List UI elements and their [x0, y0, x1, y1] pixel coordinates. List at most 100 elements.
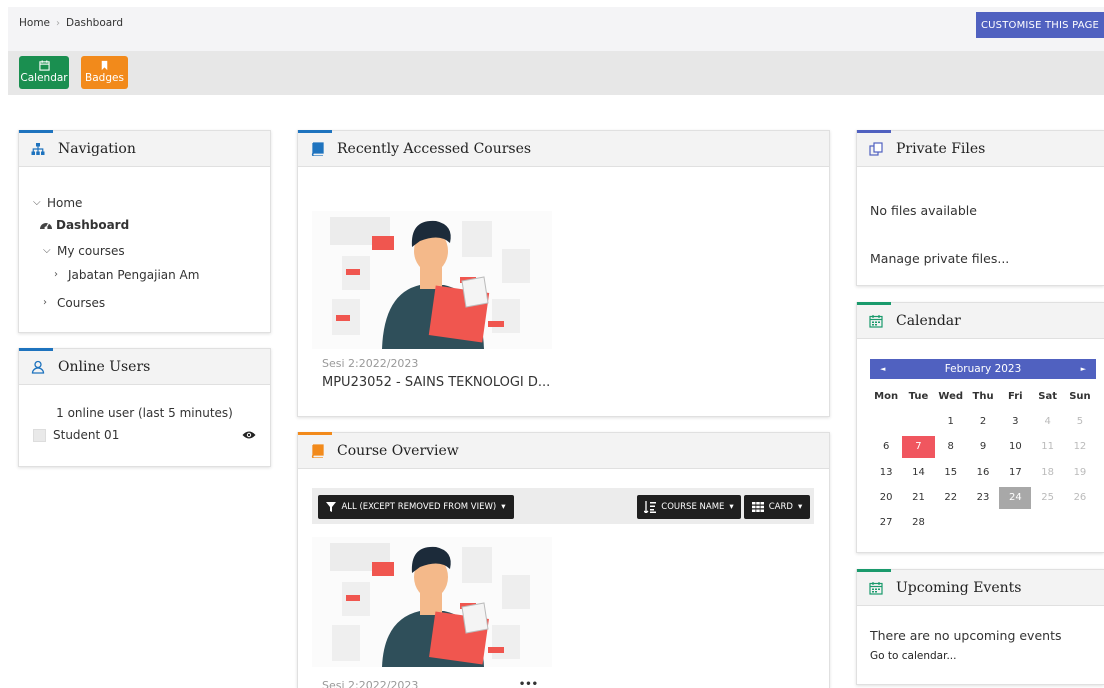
calendar-week-row: 6 7 8 9 10 11 12	[870, 435, 1104, 460]
breadcrumb-home[interactable]: Home	[19, 17, 50, 29]
course-view-dropdown[interactable]: CARD ▾	[744, 495, 810, 519]
nav-item-course-category[interactable]: › Jabatan Pengajian Am	[33, 263, 256, 287]
course-sort-dropdown[interactable]: COURSE NAME ▾	[637, 495, 741, 519]
course-filter-label: ALL (EXCEPT REMOVED FROM VIEW)	[341, 502, 497, 512]
nav-label-course-category[interactable]: Jabatan Pengajian Am	[68, 269, 199, 281]
badges-quick-button[interactable]: Badges	[81, 56, 128, 89]
online-user-name[interactable]: Student 01	[53, 428, 119, 442]
calendar-prev-button[interactable]: ◄	[880, 365, 885, 373]
calendar-block: Calendar ◄ February 2023 ► Mon Tue Wed T…	[856, 302, 1104, 553]
calendar-day	[935, 512, 967, 534]
calendar-day[interactable]: 1	[935, 411, 967, 433]
overview-course-card[interactable]: Sesi 2:2022/2023 •••	[312, 537, 552, 688]
calendar-day[interactable]: 10	[999, 436, 1031, 458]
online-users-header: Online Users	[19, 348, 270, 385]
calendar-day[interactable]: 6	[870, 436, 902, 458]
calendar-day[interactable]: 21	[902, 487, 934, 509]
recent-course-card[interactable]: Sesi 2:2022/2023 MPU23052 - SAINS TEKNOL…	[312, 211, 552, 390]
calendar-day	[967, 512, 999, 534]
calendar-day[interactable]: 25	[1031, 487, 1063, 509]
calendar-day	[1031, 512, 1063, 534]
calendar-day[interactable]: 11	[1031, 436, 1063, 458]
weekday-label: Tue	[908, 390, 929, 402]
weekday-label: Fri	[1008, 390, 1023, 402]
chevron-down-icon[interactable]: ⌵	[43, 246, 57, 256]
online-user-item[interactable]: Student 01	[33, 428, 256, 442]
go-to-calendar-link[interactable]: Go to calendar...	[870, 650, 956, 662]
calendar-day[interactable]: 17	[999, 462, 1031, 484]
course-overview-toolbar: ALL (EXCEPT REMOVED FROM VIEW) ▾ COURSE …	[312, 488, 814, 524]
breadcrumb-current[interactable]: Dashboard	[66, 17, 123, 29]
chevron-down-icon[interactable]: ⌵	[33, 198, 47, 208]
nav-item-home[interactable]: ⌵ Home	[33, 191, 256, 215]
calendar-day[interactable]: 15	[935, 462, 967, 484]
eye-icon[interactable]	[242, 430, 256, 440]
online-users-block: Online Users 1 online user (last 5 minut…	[18, 348, 271, 467]
nav-label-courses[interactable]: Courses	[57, 297, 105, 309]
upcoming-events-header: Upcoming Events	[857, 569, 1104, 606]
chevron-right-icon[interactable]: ›	[54, 270, 68, 280]
nav-label-my-courses[interactable]: My courses	[57, 245, 125, 257]
chevron-right-icon[interactable]: ›	[43, 298, 57, 308]
calendar-day[interactable]: 28	[902, 512, 934, 534]
weekday-label: Mon	[874, 390, 899, 402]
calendar-grid: Mon Tue Wed Thu Fri Sat Sun 1 2 3 4 5 6 …	[870, 384, 1104, 536]
calendar-day[interactable]: 19	[1064, 462, 1096, 484]
nav-item-dashboard[interactable]: Dashboard	[33, 213, 256, 237]
weekday-label: Thu	[972, 390, 994, 402]
course-overview-title: Course Overview	[337, 442, 459, 459]
grid-icon	[751, 502, 764, 512]
breadcrumb: Home › Dashboard	[19, 17, 123, 29]
nav-item-courses[interactable]: › Courses	[33, 291, 256, 315]
course-image[interactable]	[312, 537, 552, 667]
course-overview-block: Course Overview ALL (EXCEPT REMOVED FROM…	[297, 432, 830, 688]
calendar-day[interactable]: 14	[902, 462, 934, 484]
calendar-day[interactable]: 16	[967, 462, 999, 484]
course-image[interactable]	[312, 211, 552, 349]
calendar-day[interactable]: 9	[967, 436, 999, 458]
calendar-weekday-row: Mon Tue Wed Thu Fri Sat Sun	[870, 384, 1104, 409]
course-overview-header: Course Overview	[298, 432, 829, 469]
private-files-block: Private Files No files available Manage …	[856, 130, 1104, 286]
calendar-day[interactable]: 23	[967, 487, 999, 509]
calendar-title: Calendar	[896, 312, 961, 329]
calendar-week-row: 1 2 3 4 5	[870, 409, 1104, 434]
customise-page-button[interactable]: CUSTOMISE THIS PAGE	[976, 12, 1104, 38]
calendar-day[interactable]: 12	[1064, 436, 1096, 458]
dashboard-icon	[40, 222, 52, 229]
calendar-day[interactable]: 22	[935, 487, 967, 509]
calendar-next-button[interactable]: ►	[1081, 365, 1086, 373]
calendar-day[interactable]: 2	[967, 411, 999, 433]
caret-down-icon: ▾	[797, 502, 803, 512]
nav-label-dashboard[interactable]: Dashboard	[56, 219, 129, 231]
online-users-title: Online Users	[58, 358, 151, 375]
recent-courses-header: Recently Accessed Courses	[298, 130, 829, 167]
filter-icon	[326, 502, 337, 512]
manage-private-files-link[interactable]: Manage private files...	[870, 251, 1009, 266]
calendar-day[interactable]: 3	[999, 411, 1031, 433]
sitemap-icon	[30, 141, 46, 157]
weekday-label: Sun	[1069, 390, 1091, 402]
calendar-month-label[interactable]: February 2023	[945, 363, 1022, 375]
course-name[interactable]: MPU23052 - SAINS TEKNOLOGI D...	[322, 375, 552, 390]
calendar-day[interactable]: 8	[935, 436, 967, 458]
calendar-day-today[interactable]: 7	[902, 436, 935, 459]
nav-label-home[interactable]: Home	[47, 197, 82, 209]
calendar-month-nav: ◄ February 2023 ►	[870, 359, 1096, 379]
course-filter-dropdown[interactable]: ALL (EXCEPT REMOVED FROM VIEW) ▾	[318, 495, 514, 519]
course-sort-label: COURSE NAME	[661, 502, 725, 512]
nav-item-my-courses[interactable]: ⌵ My courses	[33, 239, 256, 263]
calendar-week-row: 27 28	[870, 510, 1104, 535]
calendar-day[interactable]: 27	[870, 512, 902, 534]
navigation-header: Navigation	[19, 130, 270, 167]
more-options-icon[interactable]: •••	[519, 679, 538, 688]
calendar-day[interactable]: 26	[1064, 487, 1096, 509]
calendar-day[interactable]: 18	[1031, 462, 1063, 484]
calendar-day[interactable]: 5	[1064, 411, 1096, 433]
calendar-day[interactable]: 20	[870, 487, 902, 509]
calendar-quick-button[interactable]: Calendar	[19, 56, 69, 89]
calendar-day[interactable]: 4	[1031, 411, 1063, 433]
calendar-day-selected[interactable]: 24	[999, 486, 1032, 509]
caret-down-icon: ▾	[501, 502, 506, 512]
calendar-day[interactable]: 13	[870, 462, 902, 484]
